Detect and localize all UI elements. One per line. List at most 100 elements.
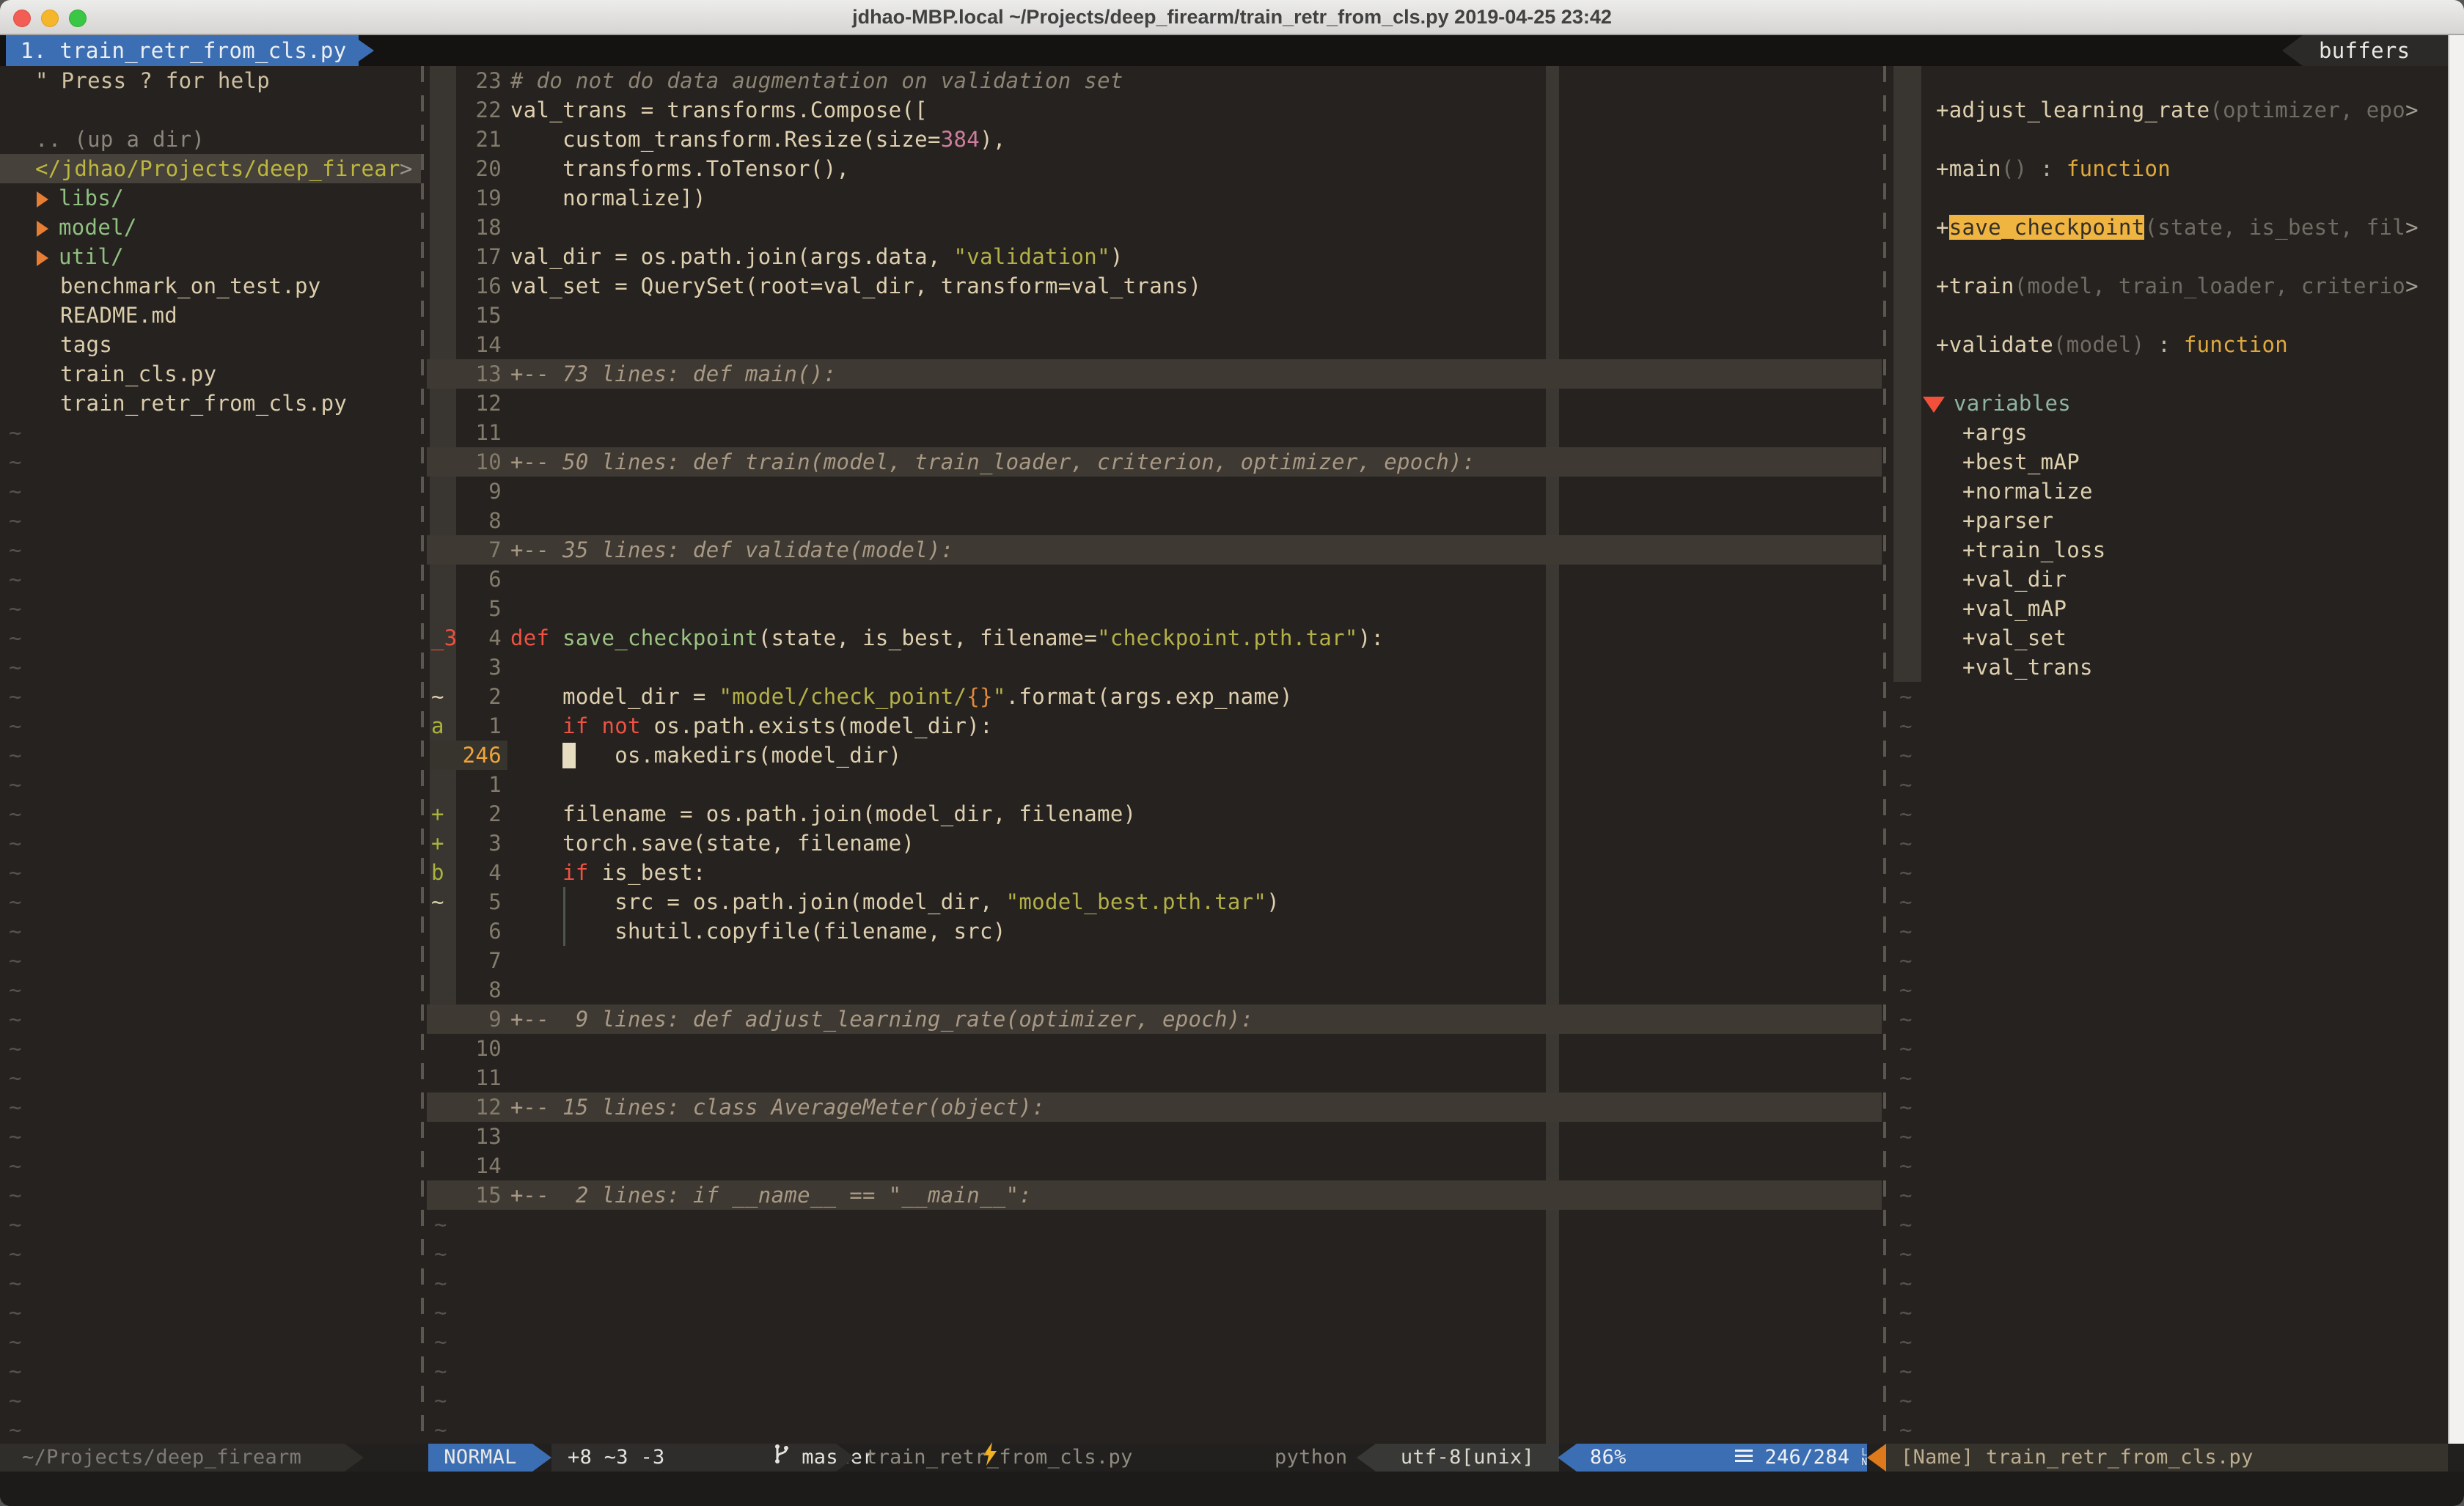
code-line[interactable]: filename = os.path.join(model_dir, filen… <box>510 799 1136 829</box>
nerdtree-up-dir[interactable]: .. (up a dir) <box>35 125 205 154</box>
empty-line-tilde: ~ <box>1899 1356 1913 1386</box>
tab-current-buffer[interactable]: 1. train_retr_from_cls.py <box>6 35 359 66</box>
empty-line-tilde: ~ <box>9 1239 22 1268</box>
tilde-char: ~ <box>9 1095 22 1120</box>
code-line[interactable]: if is_best: <box>510 858 706 887</box>
code-line[interactable]: def save_checkpoint(state, is_best, file… <box>510 623 1384 653</box>
code-token: # do not do data augmentation on validat… <box>510 68 1123 93</box>
tilde-char: ~ <box>1899 831 1913 856</box>
tag-args: (state, is_best, fil <box>2144 215 2405 240</box>
code-token: os.path.exists(model_dir): <box>641 713 993 738</box>
tilde-char: ~ <box>9 1036 22 1061</box>
tagbar-function-item[interactable]: +main() : function <box>1936 154 2171 183</box>
tagbar-function-item[interactable]: +save_checkpoint(state, is_best, fil> <box>1936 213 2419 242</box>
powerline-arrow <box>532 1444 551 1472</box>
nerdtree-dir-item[interactable]: libs/ <box>37 183 124 213</box>
tagbar-variable-item[interactable]: +val_set <box>1962 623 2067 653</box>
empty-line-tilde: ~ <box>9 741 22 770</box>
tilde-char: ~ <box>1899 1153 1913 1178</box>
nerdtree-file-item[interactable]: tags <box>60 330 112 359</box>
terminal-window: jdhao-MBP.local ~/Projects/deep_firearm/… <box>0 0 2464 1506</box>
tagbar-variable-item[interactable]: +args <box>1962 418 2028 447</box>
gutter-sign: b <box>431 858 456 887</box>
scrollbar[interactable] <box>2448 35 2464 1506</box>
line-number: 7 <box>437 535 502 565</box>
code-line[interactable]: val_dir = os.path.join(args.data, "valid… <box>510 242 1123 271</box>
tag-name: save_checkpoint <box>1949 215 2145 240</box>
powerline-arrow <box>345 1444 364 1472</box>
tagbar-variable-item[interactable]: +val_dir <box>1962 565 2067 594</box>
nerdtree-file-item[interactable]: README.md <box>60 301 177 330</box>
tagbar-variable-item[interactable]: +parser <box>1962 506 2053 535</box>
nerdtree-file-item[interactable]: train_retr_from_cls.py <box>60 389 347 418</box>
tagbar-variable-item[interactable]: +train_loss <box>1962 535 2106 565</box>
folded-line[interactable]: +-- 50 lines: def train(model, train_loa… <box>510 447 1475 477</box>
empty-line-tilde: ~ <box>1899 829 1913 858</box>
statusline-tagbar: [Name] train_retr_from_cls.py <box>1886 1444 2448 1472</box>
folded-line[interactable]: +-- 2 lines: if __name__ == "__main__": <box>510 1180 1032 1210</box>
tagbar-kind-header[interactable]: variables <box>1923 389 2071 418</box>
empty-line-tilde: ~ <box>1899 682 1913 711</box>
chevron-right-icon <box>37 250 48 266</box>
code-line[interactable]: normalize]) <box>510 183 706 213</box>
line-number: 14 <box>437 330 502 359</box>
nerdtree-help: " Press ? for help <box>35 66 270 95</box>
code-line[interactable]: src = os.path.join(model_dir, "model_bes… <box>510 887 1280 917</box>
line-number: 13 <box>437 1122 502 1151</box>
code-line[interactable]: transforms.ToTensor(), <box>510 154 849 183</box>
window-separator-left[interactable] <box>421 66 424 1444</box>
empty-line-tilde: ~ <box>9 1356 22 1386</box>
tagbar-variable-item[interactable]: +best_mAP <box>1962 447 2080 477</box>
nerdtree-dir-item[interactable]: model/ <box>37 213 137 242</box>
nerdtree-dir-item[interactable]: util/ <box>37 242 124 271</box>
tilde-char: ~ <box>434 1417 447 1442</box>
code-line[interactable]: if not os.path.exists(model_dir): <box>510 711 993 741</box>
code-token: shutil.copyfile(filename, src) <box>510 919 1006 944</box>
code-line[interactable]: val_trans = transforms.Compose([ <box>510 95 928 125</box>
line-number: 10 <box>437 447 502 477</box>
updir-text: .. (up a dir) <box>35 127 205 152</box>
help-text: " Press ? for help <box>35 68 270 93</box>
tagbar-function-item[interactable]: +train(model, train_loader, criterio> <box>1936 271 2419 301</box>
dir-name: libs/ <box>59 186 124 210</box>
tagbar-function-item[interactable]: +validate(model) : function <box>1936 330 2288 359</box>
tilde-char: ~ <box>1899 1300 1913 1325</box>
truncation-char: > <box>400 156 413 181</box>
empty-line-tilde: ~ <box>1899 917 1913 946</box>
line-number: 11 <box>437 418 502 447</box>
statusline: ~/Projects/deep_firearm NORMAL +8 ~3 -3 … <box>0 1444 2464 1472</box>
folded-line[interactable]: +-- 9 lines: def adjust_learning_rate(op… <box>510 1004 1253 1034</box>
nerdtree-root[interactable]: </jdhao/Projects/deep_firear <box>35 154 400 183</box>
nerdtree-file-item[interactable]: train_cls.py <box>60 359 216 389</box>
window-separator-right[interactable] <box>1883 66 1886 1444</box>
folded-line[interactable]: +-- 73 lines: def main(): <box>510 359 837 389</box>
code-line[interactable]: torch.save(state, filename) <box>510 829 914 858</box>
code-line[interactable]: custom_transform.Resize(size=384), <box>510 125 1006 154</box>
empty-line-tilde: ~ <box>9 770 22 799</box>
line-number: 23 <box>437 66 502 95</box>
nerdtree-file-item[interactable]: benchmark_on_test.py <box>60 271 321 301</box>
tilde-char: ~ <box>1899 1329 1913 1354</box>
tilde-char: ~ <box>9 713 22 738</box>
folded-line[interactable]: +-- 35 lines: def validate(model): <box>510 535 954 565</box>
tilde-char: ~ <box>9 1417 22 1442</box>
statusline-encoding: utf-8[unix] <box>1376 1444 1559 1472</box>
code-line[interactable]: val_set = QuerySet(root=val_dir, transfo… <box>510 271 1201 301</box>
tilde-char: ~ <box>1899 1271 1913 1296</box>
tag-prefix: + <box>1936 215 1949 240</box>
tag-name: +args <box>1962 420 2028 445</box>
code-token <box>549 625 562 650</box>
code-line[interactable]: model_dir = "model/check_point/{}".forma… <box>510 682 1293 711</box>
tagbar-variable-item[interactable]: +normalize <box>1962 477 2093 506</box>
gutter-sign: a <box>431 711 456 741</box>
empty-line-tilde: ~ <box>9 799 22 829</box>
code-line[interactable]: shutil.copyfile(filename, src) <box>510 917 1006 946</box>
folded-line[interactable]: +-- 15 lines: class AverageMeter(object)… <box>510 1092 1045 1122</box>
tagbar-function-item[interactable]: +adjust_learning_rate(optimizer, epo> <box>1936 95 2419 125</box>
tagbar-variable-item[interactable]: +val_trans <box>1962 653 2093 682</box>
cursor-position: 246/284 <box>1764 1444 1849 1472</box>
code-line[interactable]: # do not do data augmentation on validat… <box>510 66 1123 95</box>
empty-line-tilde: ~ <box>9 829 22 858</box>
tagbar-variable-item[interactable]: +val_mAP <box>1962 594 2067 623</box>
statusline-filename: train_retr_from_cls.py <box>865 1444 1133 1472</box>
